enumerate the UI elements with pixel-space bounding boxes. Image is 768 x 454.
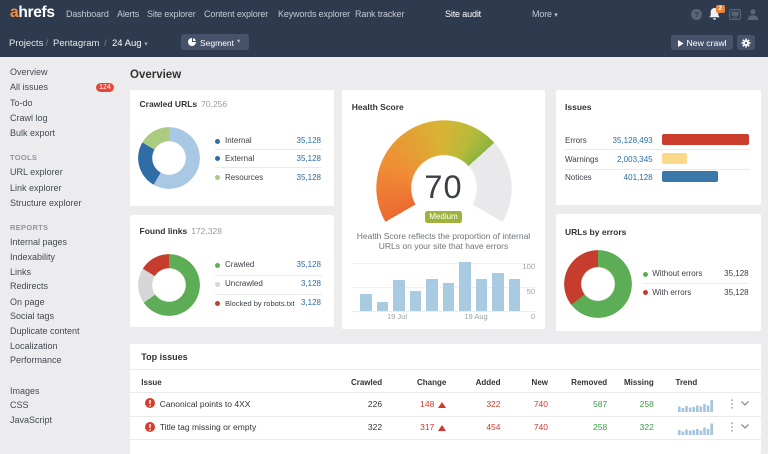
svg-text:?: ?	[694, 10, 699, 19]
